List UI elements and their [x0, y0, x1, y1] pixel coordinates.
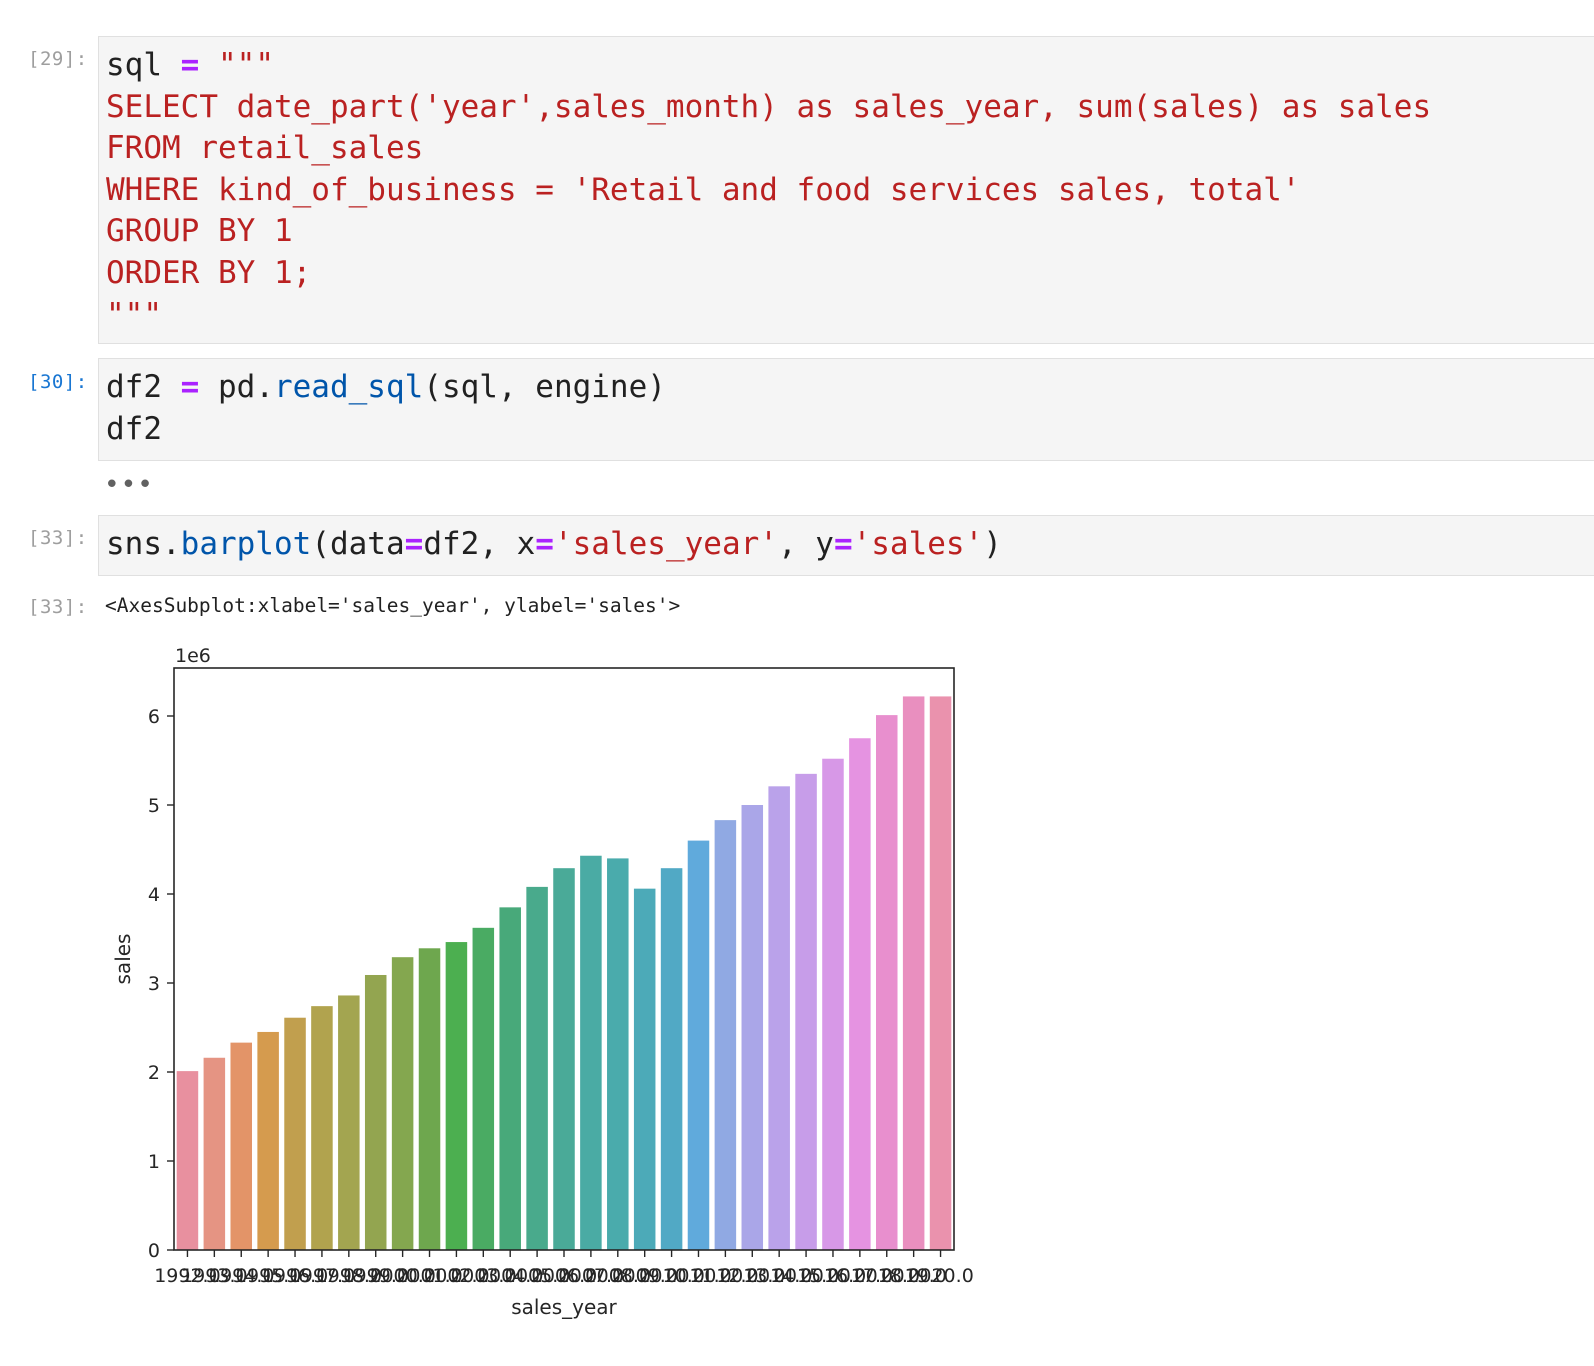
bar-2009.0 [633, 888, 656, 1250]
bar-1997.0 [311, 1006, 333, 1250]
output-repr-text: <AxesSubplot:xlabel='sales_year', ylabel… [105, 594, 681, 617]
code-line: """ [106, 295, 1431, 337]
code-token: pd. [199, 369, 274, 405]
x-axis-label: sales_year [511, 1295, 617, 1319]
bar-2008.0 [607, 858, 629, 1250]
bar-chart: 01234561e61992.01993.01994.01995.01996.0… [111, 645, 974, 1319]
code-text[interactable]: sql = """ SELECT date_part('year',sales_m… [106, 45, 1431, 336]
code-line: SELECT date_part('year',sales_month) as … [106, 87, 1431, 129]
code-token: = [180, 47, 200, 83]
cell-prompt: [29]: [28, 48, 88, 70]
code-token: """ [199, 47, 274, 83]
cell-prompt: [33]: [28, 527, 88, 549]
y-axis-label: sales [111, 934, 135, 985]
code-line: GROUP BY 1 [106, 211, 1431, 253]
bar-1992.0 [176, 1071, 199, 1250]
bar-2018.0 [876, 715, 898, 1250]
code-line: sns.barplot(data=df2, x='sales_year', y=… [106, 524, 1002, 566]
code-token: barplot [180, 526, 312, 562]
code-token: GROUP BY 1 [106, 213, 293, 250]
bar-2014.0 [768, 786, 790, 1250]
code-token: df2, x [423, 526, 536, 562]
code-token: sql [106, 47, 181, 83]
bar-1999.0 [364, 974, 387, 1250]
code-token: WHERE kind_of_business = 'Retail and foo… [106, 171, 1301, 208]
code-token: FROM retail_sales [106, 130, 424, 167]
bar-2012.0 [714, 820, 737, 1250]
code-token: df2 [106, 410, 162, 447]
cell-prompt: [30]: [28, 371, 88, 393]
code-token: df2 [106, 369, 181, 405]
code-text[interactable]: df2 = pd.read_sql(sql, engine) df2 [106, 367, 666, 450]
bar-2006.0 [553, 868, 575, 1250]
bar-1993.0 [203, 1057, 226, 1250]
code-token: sns. [106, 526, 181, 562]
bar-2015.0 [795, 773, 817, 1250]
output-prompt: [33]: [28, 596, 88, 618]
bar-2016.0 [822, 758, 844, 1250]
code-token: (sql, engine) [423, 369, 666, 405]
code-token: = [180, 369, 200, 405]
code-token: , y [777, 526, 834, 562]
y-tick-label: 1 [148, 1151, 160, 1173]
code-line: sql = """ [106, 45, 1431, 87]
code-token: ORDER BY 1; [106, 254, 312, 291]
code-token: 'sales_year' [553, 526, 778, 562]
bar-2000.0 [391, 957, 414, 1250]
code-token: = [833, 526, 853, 562]
code-token: SELECT date_part('year',sales_month) as … [106, 88, 1432, 125]
code-token: (data [311, 526, 405, 562]
code-token: read_sql [273, 369, 424, 405]
y-tick-label: 5 [148, 795, 160, 817]
code-token: = [404, 526, 424, 562]
bar-2013.0 [741, 805, 764, 1250]
y-offset-label: 1e6 [175, 645, 211, 667]
collapsed-output-indicator[interactable]: ••• [104, 470, 154, 500]
code-line: df2 = pd.read_sql(sql, engine) [106, 367, 666, 409]
y-tick-label: 6 [148, 706, 160, 728]
bar-1994.0 [230, 1042, 252, 1250]
bar-1996.0 [284, 1017, 306, 1250]
bar-2010.0 [660, 868, 683, 1250]
bar-1995.0 [257, 1031, 279, 1250]
bar-2004.0 [499, 907, 521, 1250]
y-tick-label: 2 [148, 1062, 160, 1084]
bar-2007.0 [580, 855, 602, 1250]
y-tick-label: 3 [148, 973, 160, 995]
bar-2001.0 [418, 948, 441, 1250]
y-tick-label: 0 [148, 1240, 160, 1262]
bar-1998.0 [338, 995, 360, 1250]
bar-2011.0 [687, 840, 710, 1250]
y-tick-label: 4 [148, 884, 160, 906]
code-line: ORDER BY 1; [106, 253, 1431, 295]
code-token: ) [983, 526, 1002, 562]
x-tick-label: 2020.0 [907, 1265, 973, 1287]
code-line: FROM retail_sales [106, 128, 1431, 170]
code-token: 'sales' [852, 526, 984, 562]
bar-2002.0 [445, 942, 468, 1250]
bar-2019.0 [902, 696, 925, 1250]
bar-2020.0 [929, 696, 952, 1250]
bar-2005.0 [526, 886, 548, 1250]
bar-2017.0 [849, 738, 871, 1250]
code-line: WHERE kind_of_business = 'Retail and foo… [106, 170, 1431, 212]
code-line: df2 [106, 409, 666, 451]
bar-2003.0 [472, 927, 495, 1250]
code-token: """ [106, 296, 162, 333]
code-text[interactable]: sns.barplot(data=df2, x='sales_year', y=… [106, 524, 1002, 566]
code-token: = [535, 526, 554, 562]
